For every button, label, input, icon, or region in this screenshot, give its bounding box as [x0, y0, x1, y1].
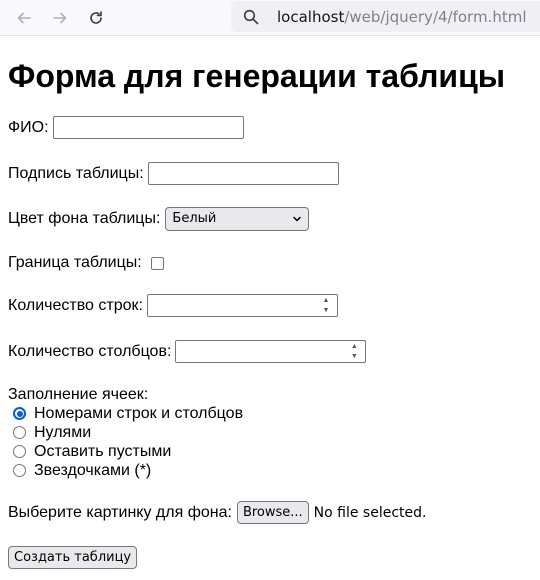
- caption-input[interactable]: [147, 162, 339, 185]
- submit-row: Создать таблицу: [8, 546, 532, 569]
- url-host: localhost: [277, 8, 345, 26]
- cols-spinner[interactable]: ▲ ▼: [347, 342, 361, 361]
- arrow-left-icon: [17, 12, 31, 24]
- no-file-text: No file selected.: [313, 504, 427, 521]
- radio-numbers[interactable]: [13, 407, 26, 420]
- spin-down-icon[interactable]: ▼: [322, 306, 329, 315]
- browser-toolbar: localhost/web/jquery/4/form.html: [0, 0, 540, 36]
- search-icon: [243, 9, 259, 25]
- caption-label: Подпись таблицы:: [8, 164, 144, 182]
- rows-label: Количество строк:: [8, 296, 143, 314]
- bg-color-selected-value: Белый: [172, 211, 217, 226]
- bg-color-select[interactable]: Белый: [165, 207, 310, 231]
- fill-option-label: Звездочками (*): [34, 462, 152, 479]
- back-button[interactable]: [12, 6, 36, 30]
- fill-option-label: Нулями: [34, 424, 92, 441]
- border-row: Граница таблицы:: [8, 254, 532, 272]
- fill-option-zeros[interactable]: Нулями: [8, 423, 532, 442]
- chevron-down-icon: [293, 216, 302, 222]
- spin-down-icon[interactable]: ▼: [351, 352, 358, 361]
- url-path: /web/jquery/4/form.html: [344, 8, 527, 26]
- fill-label-line: Заполнение ячеек:: [8, 385, 532, 404]
- url-text: localhost/web/jquery/4/form.html: [277, 8, 527, 26]
- bg-color-label: Цвет фона таблицы:: [8, 210, 161, 227]
- fio-label: ФИО:: [8, 118, 49, 136]
- cols-label: Количество столбцов:: [8, 342, 172, 360]
- radio-empty[interactable]: [13, 445, 26, 458]
- reload-button[interactable]: [84, 6, 108, 30]
- fio-row: ФИО:: [8, 116, 532, 139]
- border-label: Граница таблицы:: [8, 254, 142, 271]
- cols-row: Количество столбцов: ▲ ▼: [8, 340, 532, 363]
- create-table-button[interactable]: Создать таблицу: [8, 546, 138, 569]
- page-content: Форма для генерации таблицы ФИО: Подпись…: [0, 36, 540, 569]
- fill-option-stars[interactable]: Звездочками (*): [8, 461, 532, 480]
- address-bar[interactable]: localhost/web/jquery/4/form.html: [231, 1, 540, 32]
- fill-label: Заполнение ячеек:: [8, 386, 149, 403]
- border-checkbox[interactable]: [150, 256, 164, 270]
- spin-up-icon[interactable]: ▲: [351, 342, 358, 351]
- caption-row: Подпись таблицы:: [8, 162, 532, 185]
- fill-option-label: Номерами строк и столбцов: [34, 405, 244, 422]
- page-title: Форма для генерации таблицы: [8, 58, 506, 94]
- fill-option-numbers[interactable]: Номерами строк и столбцов: [8, 404, 532, 423]
- reload-icon: [90, 11, 102, 24]
- radio-stars[interactable]: [13, 464, 26, 477]
- radio-zeros[interactable]: [13, 426, 26, 439]
- forward-button[interactable]: [48, 6, 72, 30]
- fill-option-label: Оставить пустыми: [34, 443, 172, 460]
- browse-button[interactable]: Browse...: [236, 501, 309, 524]
- cols-input[interactable]: ▲ ▼: [175, 340, 367, 363]
- fill-group: Заполнение ячеек: Номерами строк и столб…: [8, 385, 532, 480]
- rows-input[interactable]: ▲ ▼: [146, 294, 338, 317]
- arrow-right-icon: [53, 12, 67, 24]
- bg-image-label: Выберите картинку для фона:: [8, 503, 232, 521]
- rows-spinner[interactable]: ▲ ▼: [319, 296, 333, 315]
- spin-up-icon[interactable]: ▲: [322, 296, 329, 305]
- fill-option-empty[interactable]: Оставить пустыми: [8, 442, 532, 461]
- fio-input[interactable]: [52, 116, 244, 139]
- rows-row: Количество строк: ▲ ▼: [8, 294, 532, 317]
- bg-image-row: Выберите картинку для фона: Browse... No…: [8, 501, 532, 524]
- bg-color-row: Цвет фона таблицы: Белый: [8, 207, 532, 231]
